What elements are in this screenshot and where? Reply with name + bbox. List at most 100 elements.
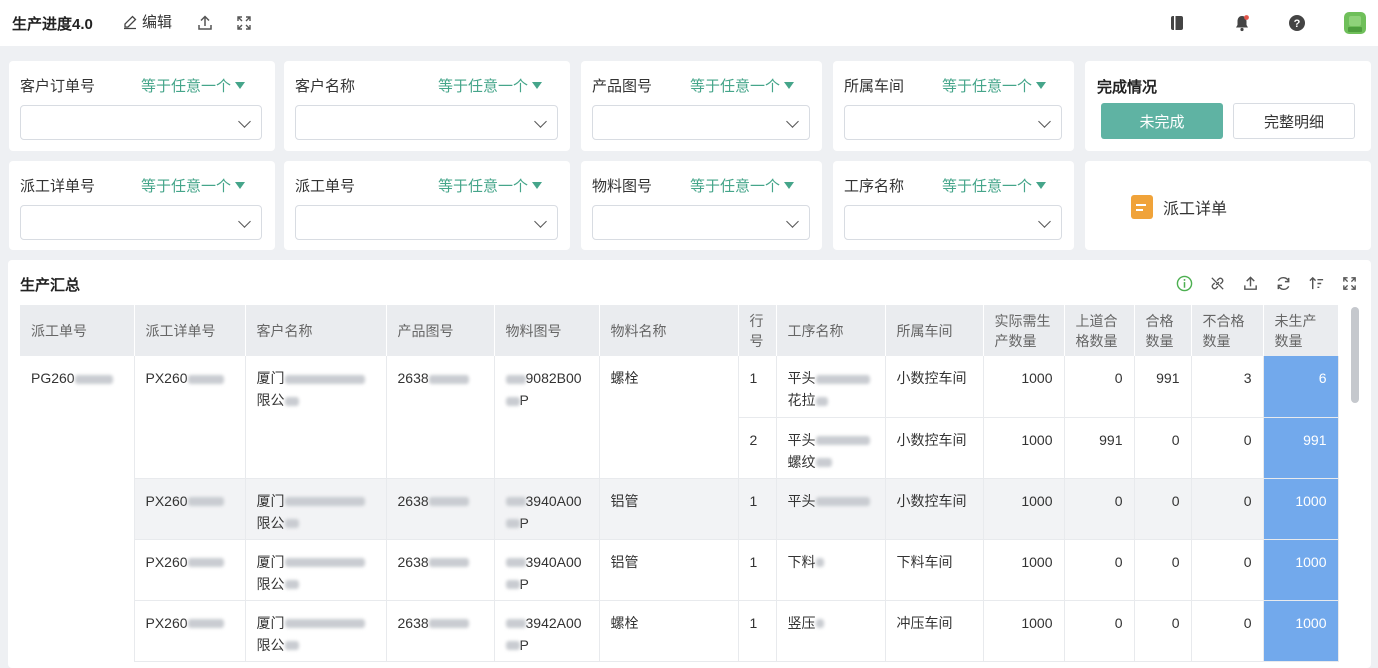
material-drawing-no: 3940A00 (525, 553, 582, 570)
column-header[interactable]: 派工详单号 (134, 305, 246, 356)
redacted-text (187, 374, 224, 384)
column-header[interactable]: 不合格数量 (1191, 305, 1264, 356)
column-header[interactable]: 物料图号 (494, 305, 600, 356)
edit-button[interactable]: 编辑 (122, 11, 172, 32)
column-header[interactable]: 工序名称 (776, 305, 886, 356)
redacted-text (815, 558, 824, 568)
dispatch-detail-link[interactable]: 派工详单 (1131, 195, 1227, 219)
caret-down-icon (532, 82, 543, 89)
filter-operator-label: 等于任意一个 (141, 178, 232, 195)
info-icon[interactable] (1173, 272, 1195, 294)
top-bar: 生产进度4.0 编辑 ? (0, 0, 1378, 46)
material-drawing-no: 3942A00 (525, 614, 582, 631)
table-row[interactable]: PX260 厦门 限公 2638 3942A00 P 螺栓 1 竖压 冲压车间 10… (20, 600, 1339, 662)
filter-select[interactable] (295, 105, 558, 140)
column-header[interactable]: 未生产数量 (1263, 305, 1339, 356)
column-header[interactable]: 产品图号 (386, 305, 495, 356)
redacted-text (815, 436, 870, 446)
filter-select[interactable] (20, 105, 262, 140)
workshop: 下料车间 (896, 553, 953, 570)
filter-select[interactable] (844, 105, 1062, 140)
caret-down-icon (235, 182, 246, 189)
column-header[interactable]: 行号 (738, 305, 777, 356)
filter-operator[interactable]: 等于任意一个 (141, 75, 246, 96)
unqualified-qty: 3 (1243, 370, 1252, 386)
full-detail-button[interactable]: 完整明细 (1233, 103, 1355, 139)
redacted-text (505, 619, 526, 629)
filter-operator[interactable]: 等于任意一个 (942, 75, 1047, 96)
completion-status-title: 完成情况 (1097, 79, 1158, 96)
table-row[interactable]: PG260 PX260 厦门 限公 2638 9082B00 P 螺栓 1 平头 花拉… (20, 356, 1339, 661)
dispatch-detail-no: PX260 (145, 370, 188, 386)
filter-card-dispatch-no: 派工单号 等于任意一个 (284, 161, 570, 250)
filter-operator[interactable]: 等于任意一个 (690, 75, 795, 96)
incomplete-button[interactable]: 未完成 (1101, 103, 1223, 139)
table-header-row: 派工单号 派工详单号 客户名称 产品图号 物料图号 物料名称 行号 工序名称 所… (20, 305, 1339, 356)
dispatch-detail-no: PX260 (145, 614, 188, 631)
process-name-line2: 螺纹 (787, 453, 816, 470)
table-row[interactable]: PX260 厦门 限公 2638 3940A00 P 铝管 1 下料 下料车间 10… (20, 539, 1339, 601)
filter-operator-label: 等于任意一个 (438, 178, 529, 195)
material-name: 铝管 (610, 553, 639, 570)
column-header[interactable]: 所属车间 (885, 305, 984, 356)
table-row[interactable]: PX260 厦门 限公 2638 3940A00 P 铝管 1 平头 小数控车间 1… (20, 478, 1339, 540)
redacted-text (284, 580, 299, 590)
filter-select[interactable] (295, 205, 558, 240)
help-icon[interactable]: ? (1286, 12, 1308, 34)
unproduced-qty: 6 (1318, 370, 1327, 386)
filter-card-material-drawing: 物料图号 等于任意一个 (581, 161, 822, 250)
column-header[interactable]: 物料名称 (599, 305, 739, 356)
filter-select[interactable] (592, 205, 810, 240)
production-summary-panel: 生产汇总 派工单号 派工详单号 客户名称 产品图号 物料图号 物料名称 行号 工… (8, 260, 1371, 668)
fullscreen-icon[interactable] (1338, 272, 1360, 294)
table-scrollbar[interactable] (1351, 307, 1359, 403)
process-name: 平头 (787, 492, 816, 509)
redacted-text (284, 497, 365, 507)
caret-down-icon (1036, 82, 1047, 89)
material-drawing-no-line2: P (519, 514, 529, 531)
filter-select[interactable] (592, 105, 810, 140)
filter-operator[interactable]: 等于任意一个 (438, 175, 543, 196)
filter-select[interactable] (844, 205, 1062, 240)
redacted-text (284, 558, 365, 568)
column-header[interactable]: 上道合格数量 (1064, 305, 1135, 356)
filter-card-process-name: 工序名称 等于任意一个 (833, 161, 1074, 250)
filter-label: 产品图号 (592, 78, 653, 95)
filter-select[interactable] (20, 205, 262, 240)
sort-icon[interactable] (1305, 272, 1327, 294)
redacted-text (815, 619, 824, 629)
filter-operator[interactable]: 等于任意一个 (438, 75, 543, 96)
document-icon (1131, 195, 1153, 219)
column-header[interactable]: 实际需生产数量 (983, 305, 1065, 356)
avatar[interactable] (1342, 10, 1368, 36)
filter-card-workshop: 所属车间 等于任意一个 (833, 61, 1074, 151)
redacted-text (505, 558, 526, 568)
book-icon[interactable] (1166, 12, 1188, 34)
filter-operator[interactable]: 等于任意一个 (942, 175, 1047, 196)
column-header[interactable]: 客户名称 (245, 305, 387, 356)
required-qty: 1000 (1021, 614, 1053, 631)
filter-operator[interactable]: 等于任意一个 (141, 175, 246, 196)
customer-name-line2: 限公 (256, 514, 285, 531)
chevron-down-icon (786, 115, 799, 128)
redacted-text (187, 558, 224, 568)
fullscreen-icon[interactable] (233, 12, 255, 34)
link-icon[interactable] (1206, 272, 1228, 294)
filter-operator[interactable]: 等于任意一个 (690, 175, 795, 196)
required-qty: 1000 (1021, 431, 1053, 448)
workshop: 小数控车间 (896, 492, 967, 509)
export-icon[interactable] (194, 12, 216, 34)
filter-operator-label: 等于任意一个 (690, 78, 781, 95)
unproduced-qty: 991 (1303, 431, 1327, 448)
bell-icon[interactable] (1231, 12, 1253, 34)
product-drawing-no: 2638 (397, 614, 429, 631)
unqualified-qty: 0 (1243, 614, 1252, 631)
customer-name-line2: 限公 (256, 392, 285, 408)
column-header[interactable]: 派工单号 (20, 305, 135, 356)
refresh-icon[interactable] (1272, 272, 1294, 294)
column-header[interactable]: 合格数量 (1134, 305, 1192, 356)
unqualified-qty: 0 (1243, 553, 1252, 570)
redacted-text (428, 374, 469, 384)
redacted-text (505, 497, 526, 507)
export-icon[interactable] (1239, 272, 1261, 294)
